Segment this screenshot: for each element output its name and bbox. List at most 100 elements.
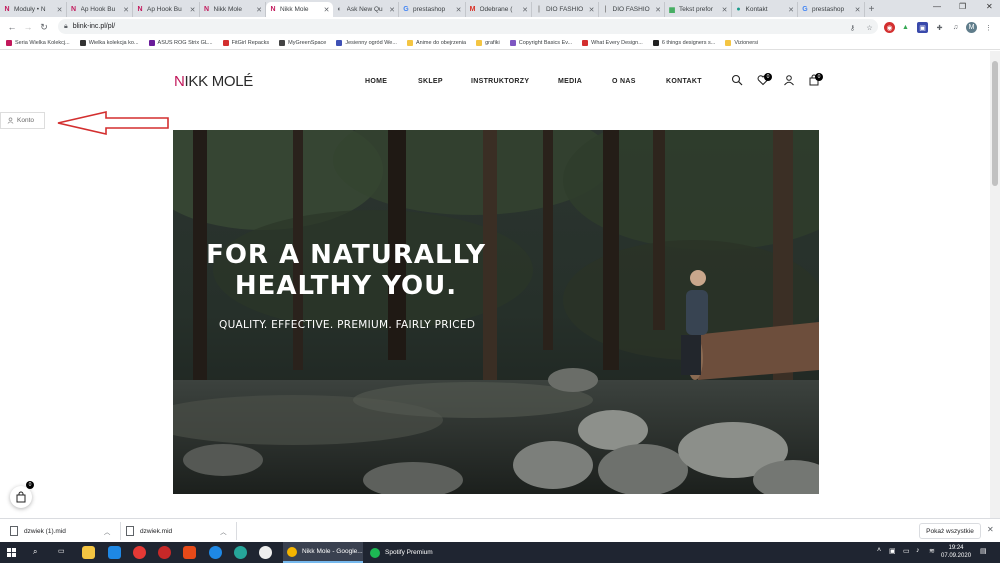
chevron-up-icon[interactable]: ︿: [220, 526, 227, 536]
close-tab-icon[interactable]: ✕: [788, 6, 794, 14]
menu-item-media[interactable]: MEDIA: [558, 78, 582, 85]
network-icon[interactable]: ≋: [929, 547, 935, 555]
browser-tab[interactable]: N Nikk Mole ✕: [266, 2, 333, 17]
close-downloads-icon[interactable]: ✕: [987, 525, 994, 534]
close-tab-icon[interactable]: ✕: [722, 6, 728, 14]
bookmark-item[interactable]: Copyright Basics Ev...: [509, 40, 572, 46]
bookmark-item[interactable]: MyGreenSpace: [279, 40, 326, 46]
bookmark-item[interactable]: FitGirl Repacks: [222, 40, 269, 46]
close-tab-icon[interactable]: ✕: [589, 6, 595, 14]
office-icon[interactable]: [183, 546, 196, 559]
address-bar[interactable]: 🔒︎ blink-inc.pl/pl/: [58, 19, 878, 34]
close-tab-icon[interactable]: ✕: [123, 6, 129, 14]
search-icon[interactable]: [731, 74, 743, 86]
show-all-downloads-button[interactable]: Pokaż wszystkie: [919, 523, 981, 539]
app-icon[interactable]: [234, 546, 247, 559]
bookmark-item[interactable]: Wielka kolekcja ko...: [79, 40, 139, 46]
notifications-icon[interactable]: ▤: [980, 547, 987, 555]
clock[interactable]: 19:24 07.09.2020: [941, 544, 971, 560]
url-text: blink-inc.pl/pl/: [72, 23, 116, 30]
close-tab-icon[interactable]: ✕: [57, 6, 63, 14]
downloads-bar: dzwiek (1).mid ︿ dzwiek.mid ︿ Pokaż wszy…: [0, 518, 1000, 542]
browser-tab[interactable]: Gprestashop ✕: [399, 2, 466, 17]
extension-icon[interactable]: ▲: [900, 22, 911, 33]
taskbar-spotify[interactable]: Spotify Premium: [366, 542, 446, 563]
browser-tab[interactable]: N Ap Hook Bu ✕: [133, 2, 200, 17]
bookmark-item[interactable]: 6 things designers s...: [652, 40, 715, 46]
key-icon[interactable]: ⚷: [847, 22, 858, 33]
close-tab-icon[interactable]: ✕: [389, 6, 395, 14]
download-item[interactable]: dzwiek (1).mid ︿: [10, 522, 110, 540]
profile-avatar[interactable]: M: [966, 22, 977, 33]
app-icon[interactable]: [158, 546, 171, 559]
hero-title-line1: FOR A NATURALLY: [206, 240, 486, 270]
scrollbar-thumb[interactable]: [992, 61, 998, 186]
close-tab-icon[interactable]: ✕: [324, 6, 330, 14]
app-icon[interactable]: [259, 546, 272, 559]
browser-tab[interactable]: ◐ Ask New Qu ✕: [333, 2, 399, 17]
close-tab-icon[interactable]: ✕: [456, 6, 462, 14]
close-window-button[interactable]: ✕: [986, 2, 993, 11]
web-page: NIKK MOLÉ HOME SKLEP INSTRUKTORZY MEDIA …: [0, 51, 990, 518]
taskbar-chrome[interactable]: Nikk Mole - Google...: [283, 542, 363, 563]
bookmark-label: ASUS ROG Strix GL...: [157, 40, 213, 46]
menu-item-home[interactable]: HOME: [365, 78, 387, 85]
app-icon[interactable]: [133, 546, 146, 559]
site-logo[interactable]: NIKK MOLÉ: [174, 73, 253, 90]
browser-tab[interactable]: | DIO FASHIO ✕: [532, 2, 599, 17]
maximize-button[interactable]: ❐: [959, 2, 966, 11]
bookmark-item[interactable]: ASUS ROG Strix GL...: [148, 40, 213, 46]
back-button[interactable]: ←: [4, 22, 20, 32]
browser-tab[interactable]: ▦ Tekst prefor ✕: [665, 2, 732, 17]
reload-button[interactable]: ↻: [36, 22, 52, 33]
extensions-puzzle-icon[interactable]: ✚: [934, 22, 945, 33]
download-item[interactable]: dzwiek.mid ︿: [126, 522, 227, 540]
konto-button[interactable]: Konto: [0, 112, 45, 129]
page-scrollbar[interactable]: [990, 51, 1000, 518]
edge-icon[interactable]: [209, 546, 222, 559]
star-icon[interactable]: ☆: [864, 22, 875, 33]
bookmark-item[interactable]: What Every Design...: [582, 40, 643, 46]
bookmark-item[interactable]: Vizionersi: [725, 40, 758, 46]
media-icon[interactable]: ♫: [950, 22, 961, 33]
minimize-button[interactable]: —: [933, 2, 941, 11]
menu-item-instruktorzy[interactable]: INSTRUKTORZY: [471, 78, 529, 85]
menu-item-sklep[interactable]: SKLEP: [418, 78, 443, 85]
chevron-up-icon[interactable]: ˄: [877, 547, 881, 554]
menu-dots-icon[interactable]: ⋮: [983, 22, 994, 33]
chevron-up-icon[interactable]: ︿: [104, 526, 111, 536]
browser-tab[interactable]: N Ap Hook Bu ✕: [67, 2, 133, 17]
browser-tab[interactable]: N Nikk Mole ✕: [200, 2, 266, 17]
battery-icon[interactable]: ▭: [903, 547, 910, 555]
tab-favicon-icon: |: [538, 6, 540, 13]
browser-tab[interactable]: ● Kontakt ✕: [732, 2, 798, 17]
floating-cart-button[interactable]: 0: [10, 481, 34, 508]
forward-button[interactable]: →: [20, 22, 36, 32]
user-icon[interactable]: [783, 74, 795, 86]
bookmark-item[interactable]: Jesienny ogród We...: [336, 40, 397, 46]
windows-start-icon[interactable]: [7, 548, 16, 557]
close-tab-icon[interactable]: ✕: [190, 6, 196, 14]
bookmark-item[interactable]: Seria Wielka Kolekcj...: [6, 40, 70, 46]
extension-icon[interactable]: ◉: [884, 22, 895, 33]
tray-icon[interactable]: ▣: [889, 547, 896, 555]
close-tab-icon[interactable]: ✕: [655, 6, 661, 14]
new-tab-button[interactable]: +: [865, 2, 879, 17]
search-icon[interactable]: ⌕: [33, 547, 37, 557]
menu-item-kontakt[interactable]: KONTAKT: [666, 78, 702, 85]
task-view-icon[interactable]: ▭: [58, 547, 65, 555]
close-tab-icon[interactable]: ✕: [522, 6, 528, 14]
browser-tab[interactable]: N Moduły • N ✕: [0, 2, 67, 17]
bookmark-item[interactable]: grafiki: [476, 40, 500, 46]
close-tab-icon[interactable]: ✕: [855, 6, 861, 14]
volume-icon[interactable]: ♪: [916, 547, 920, 554]
extension-icon[interactable]: ▣: [917, 22, 928, 33]
mail-icon[interactable]: [108, 546, 121, 559]
close-tab-icon[interactable]: ✕: [256, 6, 262, 14]
menu-item-o-nas[interactable]: O NAS: [612, 78, 636, 85]
browser-tab[interactable]: | DIO FASHIO ✕: [599, 2, 665, 17]
browser-tab[interactable]: Gprestashop ✕: [798, 2, 865, 17]
bookmark-item[interactable]: Anime do obejrzenia: [406, 40, 466, 46]
file-explorer-icon[interactable]: [82, 546, 95, 559]
browser-tab[interactable]: M Odebrane (✕: [466, 2, 532, 17]
